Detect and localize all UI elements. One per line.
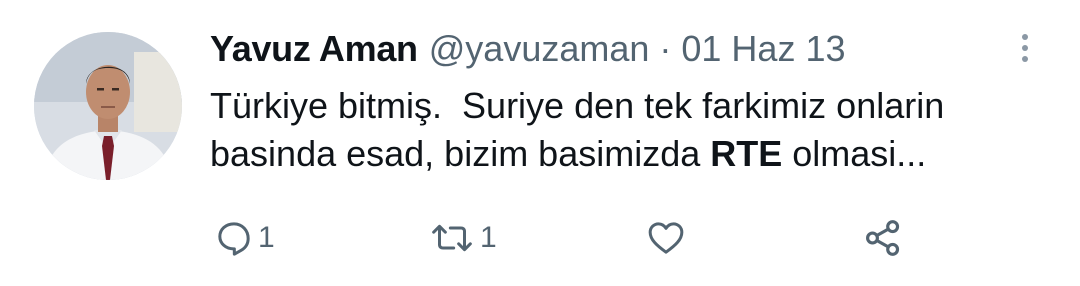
tweet-date[interactable]: 01 Haz 13 — [681, 26, 845, 72]
reply-count: 1 — [258, 221, 275, 254]
more-dot — [1022, 56, 1028, 62]
avatar[interactable] — [34, 32, 182, 180]
tweet-text-line2-start: basinda esad, bizim basimizda — [210, 133, 711, 174]
header-separator: · — [659, 28, 672, 69]
heart-icon — [648, 222, 684, 254]
display-name[interactable]: Yavuz Aman — [210, 26, 418, 72]
share-icon — [866, 220, 900, 256]
like-button[interactable] — [645, 212, 691, 264]
tweet-card: Yavuz Aman @yavuzaman · 01 Haz 13 Türkiy… — [0, 0, 1080, 286]
user-handle[interactable]: @yavuzaman — [429, 26, 650, 72]
reply-icon — [218, 222, 250, 256]
tweet-text: Türkiye bitmiş. Suriye den tek farkimiz … — [210, 82, 1060, 178]
more-dot — [1022, 34, 1028, 40]
tweet-actions: 1 1 — [210, 212, 1010, 264]
retweet-button[interactable]: 1 — [428, 212, 497, 264]
more-options-icon[interactable] — [1010, 28, 1040, 68]
tweet-text-line2-end: olmasi... — [782, 133, 927, 174]
retweet-icon — [432, 224, 472, 252]
tweet-header: Yavuz Aman @yavuzaman · 01 Haz 13 — [210, 26, 846, 72]
share-button[interactable] — [862, 212, 904, 264]
avatar-photo — [34, 32, 182, 180]
more-dot — [1022, 45, 1028, 51]
retweet-count: 1 — [480, 221, 497, 254]
reply-button[interactable]: 1 — [214, 212, 275, 264]
tweet-text-line1: Türkiye bitmiş. Suriye den tek farkimiz … — [210, 85, 945, 126]
tweet-text-bold: RTE — [710, 133, 783, 174]
